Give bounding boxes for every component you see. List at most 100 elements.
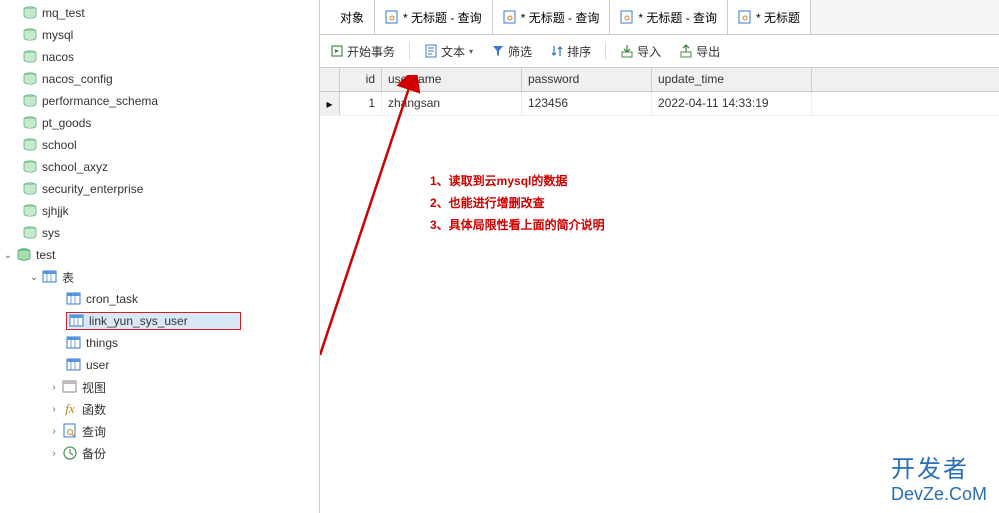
chevron-right-icon[interactable]: › (48, 447, 60, 459)
main-content: 对象 * 无标题 - 查询 * 无标题 - 查询 * 无标题 - 查询 * 无标… (320, 0, 999, 513)
column-header-username[interactable]: username (382, 68, 522, 91)
db-item-pt-goods[interactable]: pt_goods (0, 112, 319, 134)
expand-icon (8, 29, 20, 41)
expand-icon (8, 139, 20, 151)
table-label: cron_task (86, 292, 138, 306)
expand-icon (8, 51, 20, 63)
db-label: sjhjjk (42, 204, 69, 218)
chevron-right-icon[interactable]: › (48, 403, 60, 415)
tab-bar: 对象 * 无标题 - 查询 * 无标题 - 查询 * 无标题 - 查询 * 无标… (320, 0, 999, 35)
tab-label: * 无标题 - 查询 (403, 9, 482, 26)
db-label: school (42, 138, 77, 152)
watermark-line-1: 开发者 (891, 449, 987, 484)
backup-icon (62, 445, 78, 461)
tab-objects[interactable]: 对象 (320, 0, 375, 34)
database-icon (22, 93, 38, 109)
functions-group[interactable]: › fx 函数 (0, 398, 319, 420)
db-item-nacos-config[interactable]: nacos_config (0, 68, 319, 90)
chevron-down-icon[interactable]: ⌄ (28, 271, 40, 283)
query-tab-icon (738, 10, 752, 24)
db-label: performance_schema (42, 94, 158, 108)
group-label: 备份 (82, 445, 106, 462)
db-item-sjhjjk[interactable]: sjhjjk (0, 200, 319, 222)
column-header-password[interactable]: password (522, 68, 652, 91)
database-icon (22, 115, 38, 131)
database-icon (22, 5, 38, 21)
table-item-link-yun-sys-user[interactable]: link_yun_sys_user (0, 310, 319, 332)
db-item-school[interactable]: school (0, 134, 319, 156)
table-label: link_yun_sys_user (89, 314, 188, 328)
chevron-down-icon: ▾ (469, 47, 473, 56)
import-icon (620, 44, 634, 58)
folder-label: 表 (62, 269, 74, 286)
tab-query-4[interactable]: * 无标题 (728, 0, 811, 34)
cell-password[interactable]: 123456 (522, 92, 652, 115)
db-item-nacos[interactable]: nacos (0, 46, 319, 68)
db-item-performance-schema[interactable]: performance_schema (0, 90, 319, 112)
begin-transaction-button[interactable]: 开始事务 (326, 40, 399, 63)
annotation-text: 1、读取到云mysql的数据 2、也能进行增删改查 3、具体局限性看上面的简介说… (430, 170, 605, 236)
table-item-things[interactable]: things (0, 332, 319, 354)
db-item-mq-test[interactable]: mq_test (0, 2, 319, 24)
export-button[interactable]: 导出 (675, 40, 724, 63)
filter-button[interactable]: 筛选 (487, 40, 536, 63)
db-item-security-enterprise[interactable]: security_enterprise (0, 178, 319, 200)
column-header-id[interactable]: id (340, 68, 382, 91)
table-label: things (86, 336, 118, 350)
tab-query-2[interactable]: * 无标题 - 查询 (493, 0, 611, 34)
group-label: 查询 (82, 423, 106, 440)
db-label: school_axyz (42, 160, 108, 174)
views-group[interactable]: › 视图 (0, 376, 319, 398)
text-button[interactable]: 文本 ▾ (420, 40, 477, 63)
queries-group[interactable]: › 查询 (0, 420, 319, 442)
watermark: 开发者 DevZe.CoM (891, 449, 987, 505)
cell-username[interactable]: zhangsan (382, 92, 522, 115)
tab-query-3[interactable]: * 无标题 - 查询 (610, 0, 728, 34)
query-tab-icon (385, 10, 399, 24)
annotation-line-1: 1、读取到云mysql的数据 (430, 170, 605, 192)
table-row[interactable]: ▸ 1 zhangsan 123456 2022-04-11 14:33:19 (320, 92, 999, 116)
view-icon (62, 379, 78, 395)
tab-label: * 无标题 (756, 9, 800, 26)
database-icon (22, 225, 38, 241)
db-item-school-axyz[interactable]: school_axyz (0, 156, 319, 178)
cell-id[interactable]: 1 (340, 92, 382, 115)
tab-label: * 无标题 - 查询 (638, 9, 717, 26)
query-tab-icon (503, 10, 517, 24)
group-label: 函数 (82, 401, 106, 418)
db-item-mysql[interactable]: mysql (0, 24, 319, 46)
db-label: mq_test (42, 6, 85, 20)
tables-folder[interactable]: ⌄ 表 (0, 266, 319, 288)
column-header-update-time[interactable]: update_time (652, 68, 812, 91)
tab-query-1[interactable]: * 无标题 - 查询 (375, 0, 493, 34)
button-label: 文本 (441, 43, 465, 60)
db-label: mysql (42, 28, 73, 42)
button-label: 筛选 (508, 43, 532, 60)
expand-icon (8, 7, 20, 19)
backups-group[interactable]: › 备份 (0, 442, 319, 464)
db-label: nacos (42, 50, 74, 64)
db-item-test[interactable]: ⌄ test (0, 244, 319, 266)
database-icon (22, 159, 38, 175)
database-icon (22, 181, 38, 197)
chevron-right-icon[interactable]: › (48, 381, 60, 393)
database-tree-sidebar: mq_test mysql nacos nacos_config perform… (0, 0, 320, 513)
db-item-sys[interactable]: sys (0, 222, 319, 244)
database-icon (22, 71, 38, 87)
tables-folder-icon (42, 269, 58, 285)
chevron-right-icon[interactable]: › (48, 425, 60, 437)
annotation-line-2: 2、也能进行增删改查 (430, 192, 605, 214)
toolbar: 开始事务 文本 ▾ 筛选 排序 导入 导出 (320, 35, 999, 68)
text-icon (424, 44, 438, 58)
table-item-cron-task[interactable]: cron_task (0, 288, 319, 310)
grid-header-row: id username password update_time (320, 68, 999, 92)
import-button[interactable]: 导入 (616, 40, 665, 63)
table-item-user[interactable]: user (0, 354, 319, 376)
table-label: user (86, 358, 109, 372)
table-icon (66, 357, 82, 373)
chevron-down-icon[interactable]: ⌄ (2, 249, 14, 261)
cell-update-time[interactable]: 2022-04-11 14:33:19 (652, 92, 812, 115)
group-label: 视图 (82, 379, 106, 396)
sort-button[interactable]: 排序 (546, 40, 595, 63)
sort-icon (550, 44, 564, 58)
